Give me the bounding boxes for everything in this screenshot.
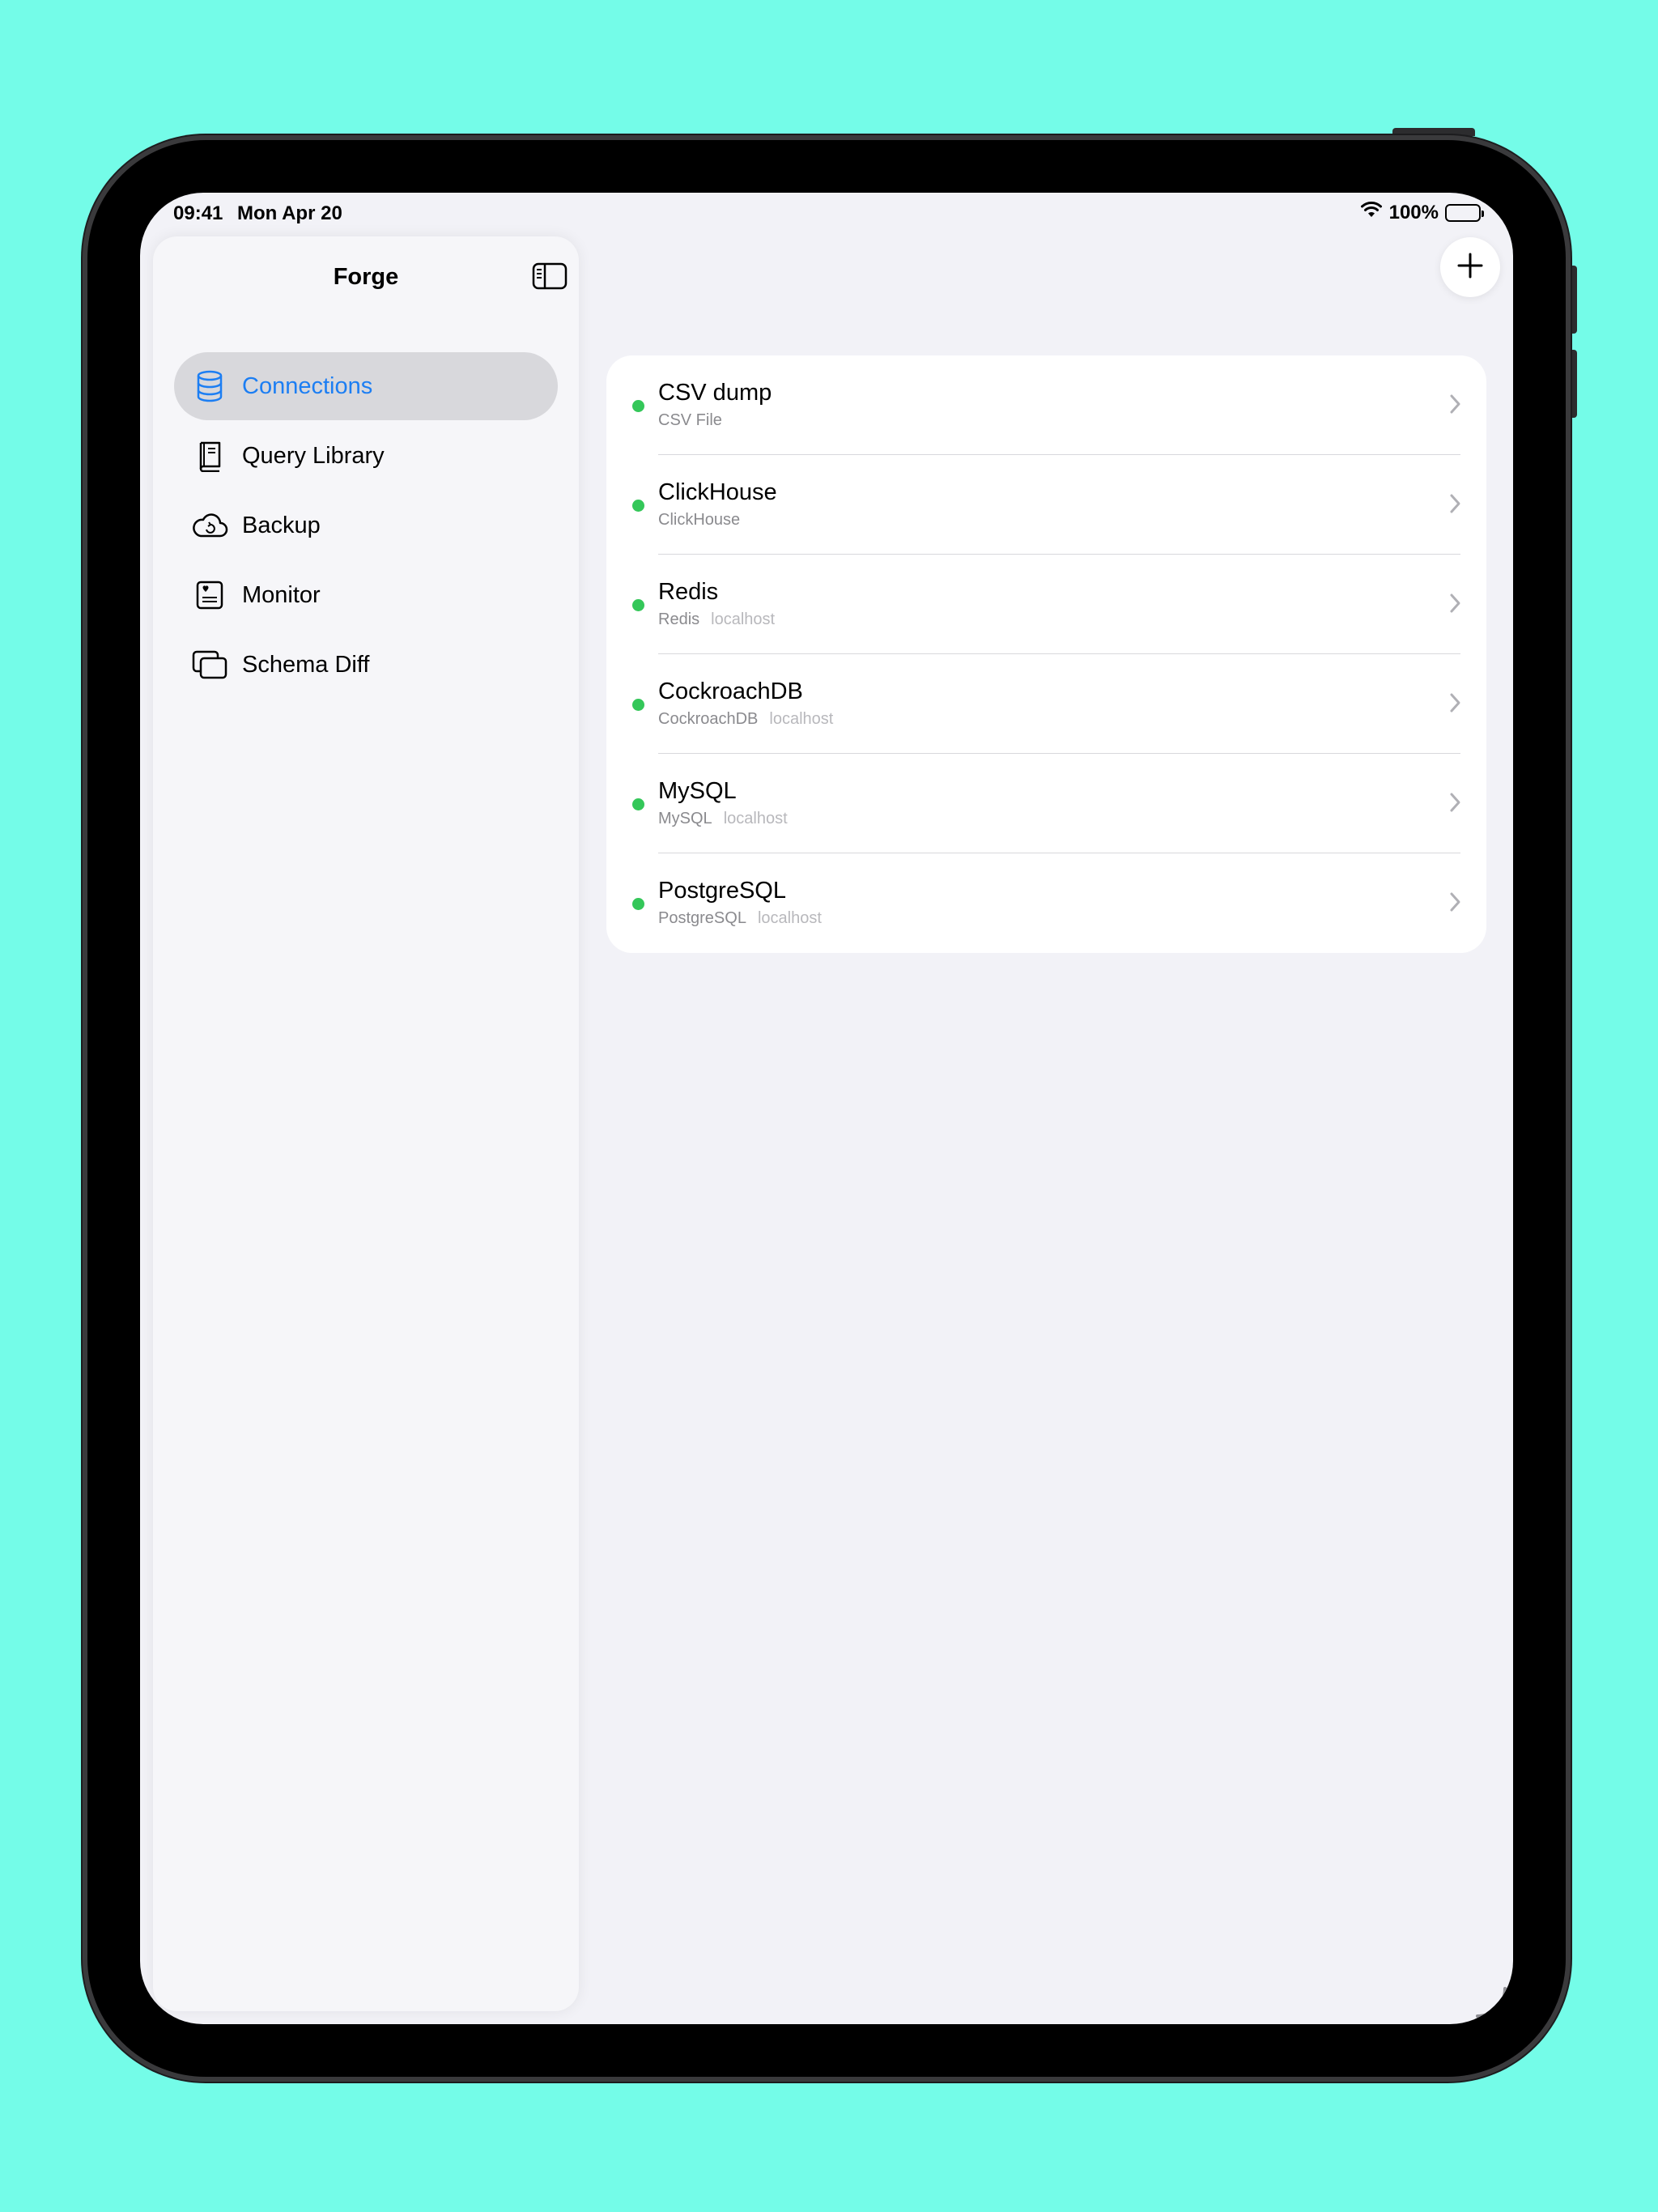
connection-type: ClickHouse (658, 511, 741, 529)
sidebar-toggle-icon[interactable] (532, 262, 568, 290)
monitor-icon (190, 576, 229, 615)
connection-subtitle: ClickHouse (658, 511, 751, 530)
connections-list: CSV dump CSV File ClickHouse ClickHouse … (606, 355, 1486, 953)
resize-handle-icon[interactable] (1473, 1984, 1510, 2021)
connection-type: PostgreSQL (658, 909, 746, 927)
chevron-right-icon (1449, 791, 1462, 814)
status-dot (632, 898, 644, 910)
battery-icon (1445, 203, 1484, 222)
chevron-right-icon (1449, 891, 1462, 913)
stacked-windows-icon (190, 645, 229, 684)
connection-subtitle: MySQL localhost (658, 810, 788, 828)
connection-row-csv-dump[interactable]: CSV dump CSV File (606, 355, 1486, 455)
connection-type: MySQL (658, 810, 712, 827)
sidebar-item-connections[interactable]: Connections (174, 352, 558, 420)
connection-name: PostgreSQL (658, 878, 786, 904)
connection-name: Redis (658, 579, 719, 605)
connection-row-redis[interactable]: Redis Redis localhost (606, 555, 1486, 654)
sidebar-item-label: Query Library (242, 442, 385, 469)
add-connection-button[interactable] (1440, 237, 1500, 297)
plus-icon (1456, 252, 1484, 283)
connection-row-mysql[interactable]: MySQL MySQL localhost (606, 754, 1486, 853)
sidebar-item-backup[interactable]: Backup (174, 491, 558, 559)
connection-subtitle: CSV File (658, 411, 733, 430)
connection-type: CockroachDB (658, 710, 759, 728)
status-bar: 09:41 Mon Apr 20 100% (140, 193, 1513, 236)
screen: 09:41 Mon Apr 20 100% Forge Connections … (140, 193, 1513, 2024)
connection-row-clickhouse[interactable]: ClickHouse ClickHouse (606, 455, 1486, 555)
sidebar-item-query-library[interactable]: Query Library (174, 422, 558, 490)
connection-name: CSV dump (658, 380, 772, 406)
sidebar-item-label: Connections (242, 372, 373, 399)
sidebar-title: Forge (333, 264, 399, 290)
cloud-sync-icon (190, 506, 229, 545)
connection-subtitle: CockroachDB localhost (658, 710, 833, 729)
status-time: 09:41 (173, 202, 223, 224)
connection-subtitle: PostgreSQL localhost (658, 909, 822, 928)
connection-row-cockroachdb[interactable]: CockroachDB CockroachDB localhost (606, 654, 1486, 754)
status-right: 100% (1360, 201, 1484, 224)
sidebar-item-label: Monitor (242, 581, 321, 608)
status-dot (632, 599, 644, 611)
status-dot (632, 699, 644, 711)
chevron-right-icon (1449, 592, 1462, 615)
chevron-right-icon (1449, 691, 1462, 714)
nav-list: Connections Query Library Backup Monitor… (174, 352, 558, 700)
connection-host: localhost (711, 610, 776, 628)
connection-subtitle: Redis localhost (658, 610, 775, 629)
battery-percent: 100% (1388, 201, 1439, 223)
status-dot (632, 798, 644, 810)
sidebar-item-label: Schema Diff (242, 651, 370, 678)
connection-host: localhost (757, 909, 822, 927)
connection-name: CockroachDB (658, 678, 803, 704)
connection-name: MySQL (658, 778, 737, 804)
book-icon (190, 436, 229, 475)
connection-host: localhost (723, 810, 788, 827)
connection-type: CSV File (658, 411, 722, 429)
sidebar-item-label: Backup (242, 512, 321, 538)
sidebar-item-schema-diff[interactable]: Schema Diff (174, 631, 558, 699)
sidebar: Forge Connections Query Library Backup M… (153, 236, 579, 2011)
wifi-icon (1360, 201, 1383, 224)
connection-name: ClickHouse (658, 479, 777, 505)
connection-host: localhost (769, 710, 834, 728)
status-date: Mon Apr 20 (237, 202, 342, 224)
sidebar-item-monitor[interactable]: Monitor (174, 561, 558, 629)
status-dot (632, 500, 644, 512)
connection-row-postgresql[interactable]: PostgreSQL PostgreSQL localhost (606, 853, 1486, 953)
database-icon (190, 367, 229, 406)
connection-type: Redis (658, 610, 700, 628)
chevron-right-icon (1449, 492, 1462, 515)
chevron-right-icon (1449, 393, 1462, 415)
status-dot (632, 400, 644, 412)
